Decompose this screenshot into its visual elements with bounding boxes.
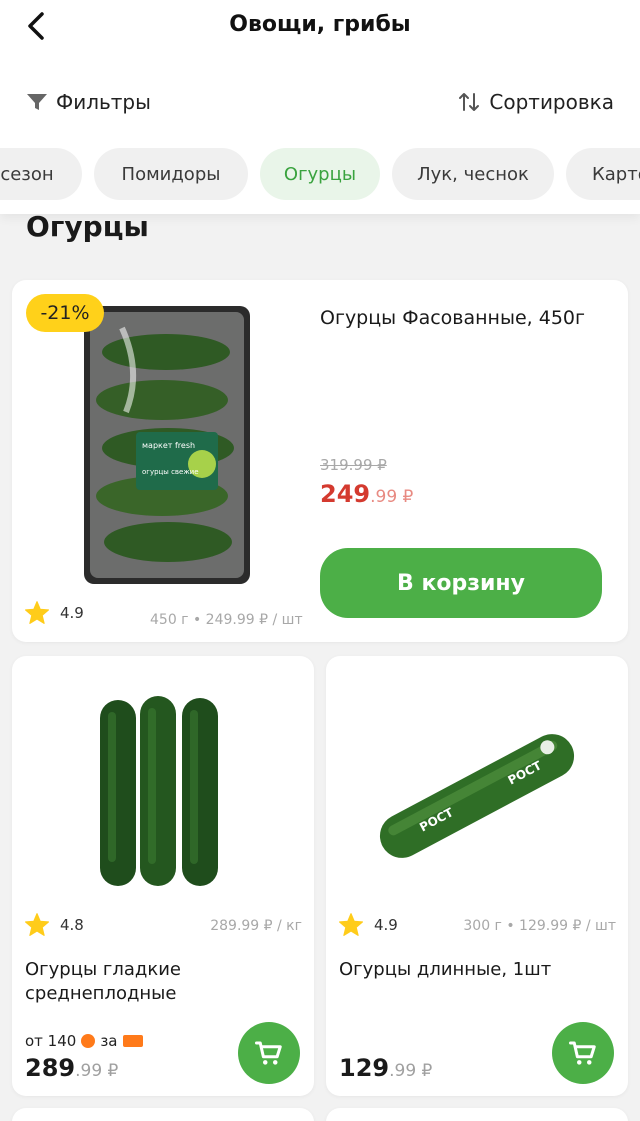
promo-from: от 140 xyxy=(25,1032,77,1050)
chip-season[interactable]: сезон xyxy=(0,148,82,200)
discount-badge: -21% xyxy=(26,294,104,332)
price-integer: 249 xyxy=(320,480,371,508)
top-bar: Овощи, грибы Фильтры Сортировка сезон По… xyxy=(0,0,640,214)
bonus-coin-icon xyxy=(81,1034,96,1048)
smooth-cucumbers-image xyxy=(100,696,218,886)
product-name: Огурцы Фасованные, 450г xyxy=(320,307,585,329)
pack-label: огурцы свежие xyxy=(142,468,199,476)
page-title: Овощи, грибы xyxy=(229,12,411,37)
price-decimal: .99 ₽ xyxy=(75,1061,119,1081)
add-to-cart-button[interactable] xyxy=(238,1022,300,1084)
rating-value: 4.9 xyxy=(374,916,398,934)
product-card-smooth-cucumbers[interactable]: 4.8 289.99 ₽ / кг Огурцы гладкие среднеп… xyxy=(12,656,314,1096)
product-card-partial[interactable] xyxy=(12,1108,314,1121)
rating: 4.9 xyxy=(24,600,84,626)
product-card-long-cucumber[interactable]: РОСТ РОСТ 4.9 300 г • 129.99 ₽ / шт Огур… xyxy=(326,656,628,1096)
pack-brand: маркет fresh xyxy=(142,441,195,450)
rating: 4.8 xyxy=(24,912,84,938)
filter-icon xyxy=(27,94,47,110)
cart-icon xyxy=(569,1041,596,1065)
price-integer: 129 xyxy=(339,1054,390,1082)
filters-label: Фильтры xyxy=(56,90,151,114)
product-name: Огурцы гладкие среднеплодные xyxy=(25,959,181,1004)
promo-tag-icon xyxy=(122,1035,143,1047)
unit-price: 289.99 ₽ / кг xyxy=(210,918,302,934)
chip-cucumbers[interactable]: Огурцы xyxy=(260,148,380,200)
product-card-partial[interactable] xyxy=(326,1108,628,1121)
price-integer: 289 xyxy=(25,1054,76,1082)
add-to-cart-button[interactable] xyxy=(552,1022,614,1084)
sort-icon xyxy=(459,93,480,111)
rating: 4.9 xyxy=(338,912,398,938)
product-name: Огурцы длинные, 1шт xyxy=(339,959,552,980)
chip-potatoes[interactable]: Карто xyxy=(566,148,640,200)
rating-value: 4.9 xyxy=(60,604,84,622)
filters-button[interactable]: Фильтры xyxy=(26,86,151,118)
section-title: Огурцы xyxy=(26,210,149,243)
category-chips: сезон Помидоры Огурцы Лук, чеснок Карто xyxy=(0,148,640,200)
bonus-promo: от 140 за xyxy=(25,1032,143,1050)
price-decimal: .99 ₽ xyxy=(370,487,414,507)
price: 249.99 ₽ xyxy=(320,480,413,508)
price-decimal: .99 ₽ xyxy=(389,1061,433,1081)
unit-price: 300 г • 129.99 ₽ / шт xyxy=(463,918,616,934)
promo-for: за xyxy=(100,1032,118,1050)
star-icon xyxy=(24,913,50,936)
cart-icon xyxy=(255,1041,282,1065)
long-cucumber-image: РОСТ РОСТ xyxy=(379,734,575,858)
price: 289.99 ₽ xyxy=(25,1054,118,1082)
sort-label: Сортировка xyxy=(489,90,614,114)
chip-onion-garlic[interactable]: Лук, чеснок xyxy=(392,148,554,200)
add-to-cart-button[interactable]: В корзину xyxy=(320,548,602,618)
rating-value: 4.8 xyxy=(60,916,84,934)
chip-tomatoes[interactable]: Помидоры xyxy=(94,148,248,200)
price: 129.99 ₽ xyxy=(339,1054,432,1082)
sort-button[interactable]: Сортировка xyxy=(457,86,614,118)
unit-price: 450 г • 249.99 ₽ / шт xyxy=(150,612,303,628)
star-icon xyxy=(338,913,364,936)
star-icon xyxy=(24,601,50,624)
product-card-packed-cucumbers[interactable]: маркет fresh огурцы свежие -21% Огурцы Ф… xyxy=(12,280,628,642)
old-price: 319.99 ₽ xyxy=(320,456,387,474)
packed-cucumbers-image: маркет fresh огурцы свежие xyxy=(84,306,250,584)
